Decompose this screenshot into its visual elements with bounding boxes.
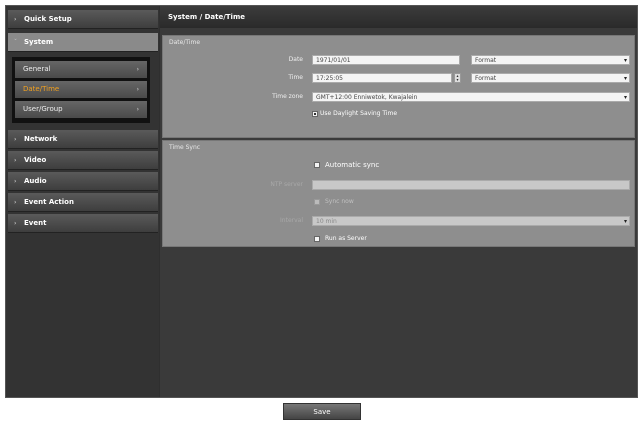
submenu-item-date-time[interactable]: Date/Time › [15,81,147,98]
time-format-value: Format [475,75,497,82]
main-content: System / Date/Time Date/Time Date 1971/0… [160,6,637,397]
chevron-right-icon: › [14,199,17,206]
chevron-right-icon: › [136,86,139,93]
datetime-panel: Date/Time Date 1971/01/01 Format ▾ Time … [162,35,635,138]
date-input[interactable]: 1971/01/01 [312,55,460,65]
time-spinner-icon[interactable]: ▴ ▾ [454,73,461,83]
run-server-label: Run as Server [325,235,367,242]
time-label: Time [288,74,303,81]
sidebar-item-video[interactable]: › Video [8,151,158,170]
dst-label: Use Daylight Saving Time [320,110,398,117]
section-title: Date/Time [169,39,201,46]
interval-value: 10 min [316,218,337,225]
sidebar-item-label: System [24,38,54,46]
timezone-label: Time zone [272,93,303,100]
interval-label: Interval [280,217,303,224]
interval-select[interactable]: 10 min ▾ [312,216,630,226]
sidebar-item-label: Video [24,156,47,164]
sidebar-item-event[interactable]: › Event [8,214,158,233]
submenu-item-label: User/Group [23,105,63,113]
submenu-item-label: Date/Time [23,85,60,93]
chevron-right-icon: › [14,178,17,185]
timezone-select[interactable]: GMT+12:00 Enniwetok, Kwajalein ▾ [312,92,630,102]
submenu-item-label: General [23,65,51,73]
sidebar-item-system[interactable]: ˇ System [8,33,158,52]
date-label: Date [288,56,303,63]
sync-option-checkbox[interactable] [314,199,320,205]
chevron-right-icon: › [14,16,17,23]
sync-option-label: Sync now [325,198,354,205]
auto-sync-label: Automatic sync [325,161,380,169]
sidebar-item-label: Event Action [24,198,74,206]
chevron-right-icon: › [14,220,17,227]
chevron-down-icon: ˇ [14,39,17,46]
timezone-value: GMT+12:00 Enniwetok, Kwajalein [316,94,418,101]
chevron-right-icon: › [136,66,139,73]
dropdown-arrow-icon: ▾ [623,57,627,64]
system-submenu: General › Date/Time › User/Group › [12,57,150,123]
sidebar-item-label: Audio [24,177,47,185]
dropdown-arrow-icon: ▾ [623,218,627,225]
dropdown-arrow-icon: ▾ [623,94,627,101]
chevron-right-icon: › [136,106,139,113]
sidebar-item-network[interactable]: › Network [8,130,158,149]
date-format-value: Format [475,57,497,64]
sidebar-item-quick-setup[interactable]: › Quick Setup [8,10,158,29]
save-button[interactable]: Save [283,403,361,420]
auto-sync-checkbox[interactable] [314,162,320,168]
timesync-panel: Time Sync Automatic sync NTP server Sync… [162,140,635,247]
page-title: System / Date/Time [160,6,637,28]
section-title: Time Sync [169,144,201,151]
run-server-checkbox[interactable] [314,236,320,242]
dst-checkbox[interactable] [312,111,318,117]
sidebar-item-label: Quick Setup [24,15,72,23]
ntp-server-input[interactable] [312,180,630,190]
ntp-server-label: NTP server [270,181,303,188]
submenu-item-user-group[interactable]: User/Group › [15,101,147,118]
chevron-right-icon: › [14,136,17,143]
chevron-right-icon: › [14,157,17,164]
sidebar-item-label: Network [24,135,58,143]
time-format-select[interactable]: Format ▾ [471,73,630,83]
sidebar-item-label: Event [24,219,47,227]
sidebar-item-event-action[interactable]: › Event Action [8,193,158,212]
sidebar-item-audio[interactable]: › Audio [8,172,158,191]
date-format-select[interactable]: Format ▾ [471,55,630,65]
dropdown-arrow-icon: ▾ [623,75,627,82]
submenu-item-general[interactable]: General › [15,61,147,78]
time-input[interactable]: 17:25:05 [312,73,452,83]
